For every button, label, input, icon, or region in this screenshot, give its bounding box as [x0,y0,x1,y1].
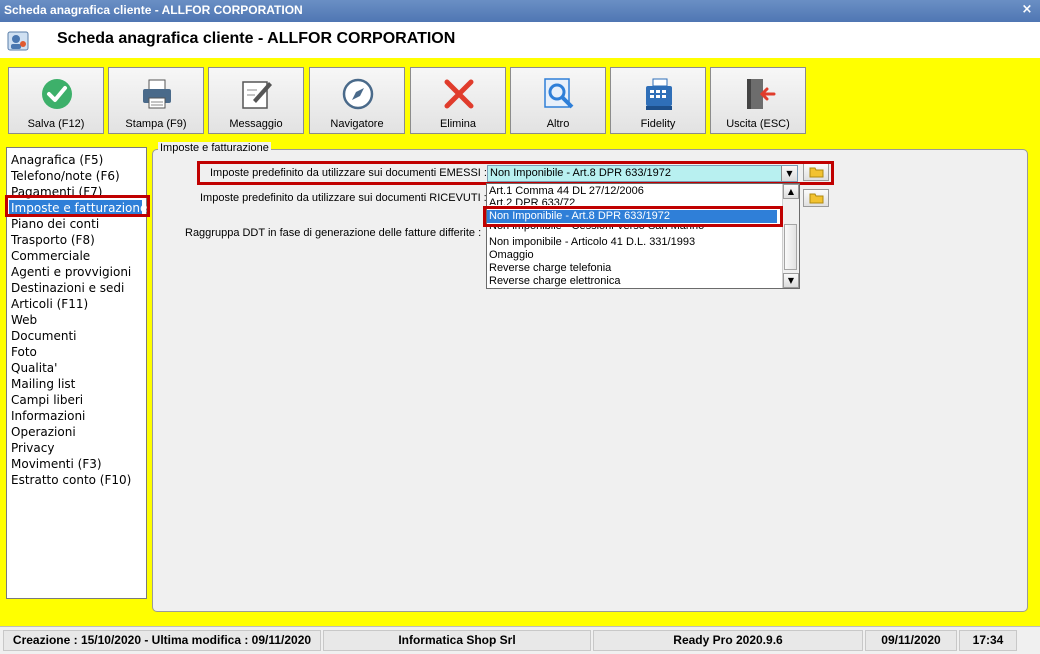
navigator-button-label: Navigatore [330,118,384,130]
sidebar-item-commerciale[interactable]: Commerciale [11,248,90,264]
sidebar-item-anagrafica[interactable]: Anagrafica (F5) [11,152,103,168]
status-time: 17:34 [959,630,1017,651]
status-company: Informatica Shop Srl [323,630,591,651]
folder-icon [809,193,824,204]
form-header: Scheda anagrafica cliente - ALLFOR CORPO… [0,22,1040,59]
dropdown-option[interactable]: Art.2 DPR 633/72 [489,197,575,205]
cash-register-icon [646,78,672,110]
sidebar-item-mailing-list[interactable]: Mailing list [11,376,75,392]
folder-icon [809,167,824,178]
sidebar-nav: Anagrafica (F5) Telefono/note (F6) Pagam… [6,147,147,599]
status-dates: Creazione : 15/10/2020 - Ultima modifica… [3,630,321,651]
sidebar-item-trasporto[interactable]: Trasporto (F8) [11,232,95,248]
emessi-combobox[interactable]: Non Imponibile - Art.8 DPR 633/1972 ▼ [487,165,798,182]
print-button[interactable]: Stampa (F9) [108,67,204,134]
message-icon [242,81,272,109]
sidebar-item-pagamenti[interactable]: Pagamenti (F7) [11,184,102,200]
window-title: Scheda anagrafica cliente - ALLFOR CORPO… [4,3,303,17]
dropdown-option-selected[interactable]: Non Imponibile - Art.8 DPR 633/1972 [487,210,777,223]
message-button[interactable]: Messaggio [208,67,304,134]
status-date: 09/11/2020 [865,630,957,651]
sidebar-item-campi-liberi[interactable]: Campi liberi [11,392,83,408]
chevron-down-icon[interactable]: ▼ [781,166,797,181]
navigator-button[interactable]: Navigatore [309,67,405,134]
sidebar-item-privacy[interactable]: Privacy [11,440,54,456]
check-icon [42,79,72,109]
emessi-value: Non Imponibile - Art.8 DPR 633/1972 [490,167,671,179]
sidebar-item-articoli[interactable]: Articoli (F11) [11,296,88,312]
delete-button[interactable]: Elimina [410,67,506,134]
customer-card-icon [7,31,29,51]
save-button[interactable]: Salva (F12) [8,67,104,134]
save-button-label: Salva (F12) [27,118,85,130]
sidebar-item-agenti[interactable]: Agenti e provvigioni [11,264,131,280]
sidebar-item-documenti[interactable]: Documenti [11,328,77,344]
scrollbar-thumb[interactable] [784,224,797,270]
status-bar: Creazione : 15/10/2020 - Ultima modifica… [0,626,1040,654]
exit-door-icon [747,79,776,109]
emessi-dropdown-list[interactable]: Art.1 Comma 44 DL 27/12/2006 Art.2 DPR 6… [486,183,800,289]
sidebar-item-piano-conti[interactable]: Piano dei conti [11,216,99,232]
sidebar-item-foto[interactable]: Foto [11,344,37,360]
delete-x-icon [444,79,474,109]
scroll-up-icon[interactable]: ▲ [783,184,799,199]
dropdown-scrollbar[interactable]: ▲ ▼ [782,184,799,288]
scroll-down-icon[interactable]: ▼ [783,273,799,288]
exit-button-label: Uscita (ESC) [726,118,790,130]
dropdown-option[interactable]: Omaggio [489,249,534,262]
raggruppa-label: Raggruppa DDT in fase di generazione del… [185,227,482,239]
more-button-label: Altro [546,118,570,130]
sidebar-item-imposte-fatturazione[interactable]: Imposte e fatturazione [9,200,147,216]
dropdown-option[interactable]: Reverse charge elettronica [489,275,620,288]
window-titlebar: Scheda anagrafica cliente - ALLFOR CORPO… [0,0,1040,22]
search-doc-icon [544,78,574,109]
exit-button[interactable]: Uscita (ESC) [710,67,806,134]
group-title: Imposte e fatturazione [158,142,271,154]
print-button-label: Stampa (F9) [125,118,187,130]
more-button[interactable]: Altro [510,67,606,134]
compass-icon [342,78,374,110]
ricevuti-label: Imposte predefinito da utilizzare sui do… [200,192,487,204]
dropdown-option[interactable]: Non imponibile - Cessioni Verso San Mari… [489,225,704,233]
delete-button-label: Elimina [439,118,477,130]
sidebar-item-movimenti[interactable]: Movimenti (F3) [11,456,102,472]
dropdown-option[interactable]: Non imponibile - Articolo 41 D.L. 331/19… [489,236,695,249]
sidebar-item-estratto-conto[interactable]: Estratto conto (F10) [11,472,131,488]
printer-icon [143,79,171,109]
status-version: Ready Pro 2020.9.6 [593,630,863,651]
page-title: Scheda anagrafica cliente - ALLFOR CORPO… [57,30,456,47]
ricevuti-browse-button[interactable] [803,189,829,207]
sidebar-item-informazioni[interactable]: Informazioni [11,408,85,424]
fidelity-button-label: Fidelity [640,118,676,130]
emessi-label: Imposte predefinito da utilizzare sui do… [210,167,487,179]
dropdown-option[interactable]: Reverse charge telefonia [489,262,611,275]
message-button-label: Messaggio [229,118,283,130]
close-icon[interactable]: × [1020,2,1034,18]
sidebar-item-qualita[interactable]: Qualita' [11,360,57,376]
fidelity-button[interactable]: Fidelity [610,67,706,134]
sidebar-item-telefono-note[interactable]: Telefono/note (F6) [11,168,120,184]
sidebar-item-operazioni[interactable]: Operazioni [11,424,76,440]
sidebar-item-destinazioni[interactable]: Destinazioni e sedi [11,280,124,296]
sidebar-item-web[interactable]: Web [11,312,37,328]
emessi-browse-button[interactable] [803,163,829,181]
